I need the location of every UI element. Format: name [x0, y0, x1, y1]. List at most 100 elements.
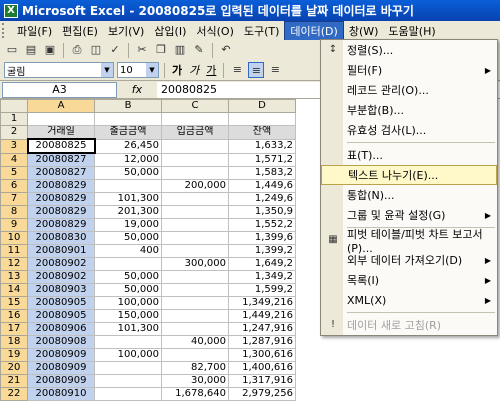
cell-c[interactable]: 82,700 — [161, 361, 229, 375]
cell-b[interactable]: 26,450 — [94, 138, 162, 154]
cell-b[interactable] — [94, 374, 162, 388]
menu-tools[interactable]: 도구(T) — [239, 22, 285, 40]
row-header[interactable]: 13 — [0, 270, 28, 284]
cell-a[interactable]: 20080901 — [27, 244, 95, 258]
data-menu-item[interactable]: 부분합(B)... — [321, 100, 497, 120]
align-right-icon[interactable]: ≡ — [267, 62, 283, 78]
data-menu-item[interactable]: 레코드 관리(O)... — [321, 80, 497, 100]
data-menu-item[interactable]: 표(T)... — [321, 145, 497, 165]
cell-c[interactable] — [161, 192, 229, 206]
row-header[interactable]: 19 — [0, 348, 28, 362]
new-file-icon[interactable]: ▭ — [4, 42, 20, 58]
cell-d[interactable]: 1,399,6 — [228, 231, 296, 245]
cell-b[interactable]: 19,000 — [94, 218, 162, 232]
cell-d[interactable]: 1,349,2 — [228, 270, 296, 284]
cell-a[interactable]: 20080905 — [27, 309, 95, 323]
cell-c[interactable] — [161, 205, 229, 219]
row-header[interactable]: 7 — [0, 192, 28, 206]
cell-c[interactable] — [161, 231, 229, 245]
cell-c[interactable]: 30,000 — [161, 374, 229, 388]
cell-b[interactable]: 50,000 — [94, 283, 162, 297]
cell-a[interactable]: 20080903 — [27, 283, 95, 297]
menu-format[interactable]: 서식(O) — [191, 22, 238, 40]
cell-c[interactable] — [161, 152, 229, 167]
cell-d[interactable]: 1,449,6 — [228, 179, 296, 193]
cell-c[interactable]: 40,000 — [161, 335, 229, 349]
row-header[interactable]: 1 — [0, 112, 28, 126]
row-header[interactable]: 12 — [0, 257, 28, 271]
menu-edit[interactable]: 편집(E) — [57, 22, 103, 40]
cell-d[interactable]: 1,583,2 — [228, 166, 296, 180]
cell-a[interactable]: 20080827 — [27, 166, 95, 180]
cell-b[interactable]: 400 — [94, 244, 162, 258]
cell-a[interactable]: 20080908 — [27, 335, 95, 349]
cell-d[interactable]: 1,649,2 — [228, 257, 296, 271]
row-header[interactable]: 2 — [0, 125, 28, 140]
format-painter-icon[interactable]: ✎ — [191, 42, 207, 58]
cell-b[interactable]: 101,300 — [94, 322, 162, 336]
cell-d[interactable]: 1,599,2 — [228, 283, 296, 297]
cell-b[interactable]: 50,000 — [94, 270, 162, 284]
font-size-select[interactable]: 10 ▼ — [117, 62, 159, 78]
row-header[interactable]: 20 — [0, 361, 28, 375]
row-header[interactable]: 18 — [0, 335, 28, 349]
row-header[interactable]: 3 — [0, 138, 28, 154]
cell-a[interactable]: 20080902 — [27, 257, 95, 271]
cell-c[interactable] — [161, 218, 229, 232]
cell-b[interactable] — [94, 335, 162, 349]
data-menu-item[interactable]: XML(X) ▶ — [321, 290, 497, 310]
column-header-a[interactable]: A — [27, 99, 95, 113]
cell-a[interactable]: 20080829 — [27, 205, 95, 219]
row-header[interactable]: 6 — [0, 179, 28, 193]
cell-a[interactable]: 20080909 — [27, 348, 95, 362]
cell-b[interactable]: 150,000 — [94, 309, 162, 323]
cell-d[interactable]: 1,400,616 — [228, 361, 296, 375]
row-header[interactable]: 8 — [0, 205, 28, 219]
cell-b[interactable]: 100,000 — [94, 348, 162, 362]
print-preview-icon[interactable]: ◫ — [88, 42, 104, 58]
cell-b[interactable]: 100,000 — [94, 296, 162, 310]
align-center-icon[interactable]: ≡ — [248, 62, 265, 78]
cell-d[interactable]: 잔액 — [228, 125, 296, 140]
row-header[interactable]: 17 — [0, 322, 28, 336]
cell-c[interactable] — [161, 166, 229, 180]
font-name-select[interactable]: 굴림 ▼ — [4, 62, 114, 78]
cell-b[interactable] — [94, 179, 162, 193]
save-icon[interactable]: ▣ — [42, 42, 58, 58]
row-header[interactable]: 14 — [0, 283, 28, 297]
row-header[interactable]: 10 — [0, 231, 28, 245]
print-icon[interactable]: ⎙ — [69, 42, 85, 58]
cell-c[interactable] — [161, 244, 229, 258]
cell-a[interactable]: 20080830 — [27, 231, 95, 245]
cell-b[interactable]: 50,000 — [94, 231, 162, 245]
cell-a[interactable]: 20080905 — [27, 296, 95, 310]
cell-a[interactable]: 20080829 — [27, 218, 95, 232]
cell-c[interactable] — [161, 322, 229, 336]
cell-a[interactable]: 20080829 — [27, 192, 95, 206]
cell-a[interactable] — [27, 112, 95, 126]
paste-icon[interactable]: ▥ — [172, 42, 188, 58]
cell-d[interactable]: 1,317,916 — [228, 374, 296, 388]
data-menu-item[interactable]: 유효성 검사(L)... — [321, 120, 497, 140]
column-header-d[interactable]: D — [228, 99, 296, 113]
menu-data[interactable]: 데이터(D) — [284, 20, 344, 41]
undo-icon[interactable]: ↶ — [218, 42, 234, 58]
row-header[interactable]: 11 — [0, 244, 28, 258]
cut-icon[interactable]: ✂ — [134, 42, 150, 58]
cell-b[interactable] — [94, 257, 162, 271]
cell-a[interactable]: 거래일 — [27, 125, 95, 140]
insert-function-icon[interactable]: fx — [117, 83, 157, 96]
open-folder-icon[interactable]: ▤ — [23, 42, 39, 58]
row-header[interactable]: 5 — [0, 166, 28, 180]
cell-d[interactable]: 1,287,916 — [228, 335, 296, 349]
cell-d[interactable]: 1,350,9 — [228, 205, 296, 219]
spell-check-icon[interactable]: ✓ — [107, 42, 123, 58]
row-header[interactable]: 22 — [0, 387, 28, 401]
cell-c[interactable]: 입금금액 — [161, 125, 229, 140]
data-menu-item[interactable]: ▦ 피벗 테이블/피벗 차트 보고서(P)... — [321, 228, 497, 255]
cell-c[interactable]: 300,000 — [161, 257, 229, 271]
italic-button[interactable]: 가 — [187, 62, 201, 78]
cell-d[interactable]: 1,300,616 — [228, 348, 296, 362]
menu-window[interactable]: 창(W) — [344, 22, 384, 40]
cell-c[interactable] — [161, 283, 229, 297]
